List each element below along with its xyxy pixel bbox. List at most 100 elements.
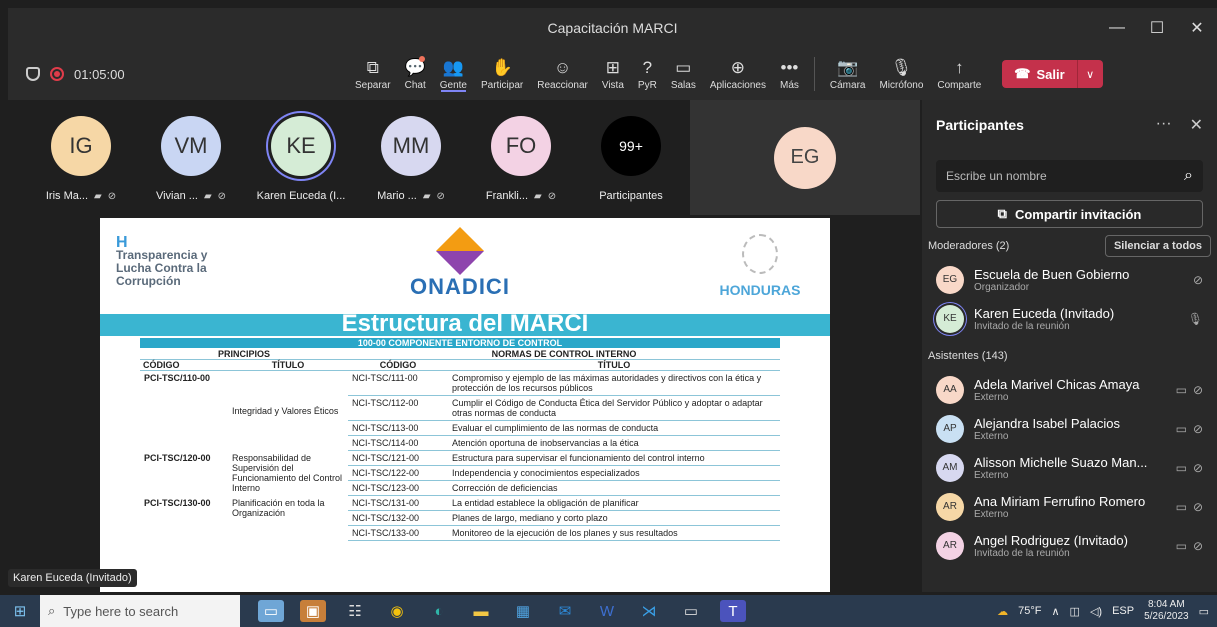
- participant-name: Karen Euceda (Invitado): [974, 305, 1115, 321]
- react-button[interactable]: ☺ Reaccionar: [530, 48, 595, 100]
- teams-icon[interactable]: T: [720, 600, 746, 622]
- share-label: Comparte: [937, 79, 982, 91]
- search-input[interactable]: [946, 169, 1146, 183]
- weather-temp[interactable]: 75°F: [1018, 605, 1041, 617]
- mic-off-icon: ⊘: [1192, 382, 1203, 397]
- people-button[interactable]: 👥 Gente: [433, 48, 474, 100]
- app-icon-briefcase[interactable]: ▣: [300, 600, 326, 622]
- participant-tile[interactable]: FO Frankli... ▰ ⊘: [466, 106, 576, 216]
- word-icon[interactable]: W: [594, 600, 620, 622]
- raise-hand-button[interactable]: ✋ Participar: [474, 48, 530, 100]
- participant-tile[interactable]: IG Iris Ma... ▰ ⊘: [26, 106, 136, 216]
- moderator-row[interactable]: EG Escuela de Buen Gobierno Organizador ⊘: [922, 260, 1217, 299]
- leave-button[interactable]: ☎ Salir: [1002, 60, 1077, 88]
- avatar: KE: [271, 116, 331, 176]
- participant-name: Alejandra Isabel Palacios: [974, 415, 1120, 431]
- participant-name: Alisson Michelle Suazo Man...: [974, 454, 1148, 470]
- share-invite-button[interactable]: ⧉ Compartir invitación: [936, 200, 1203, 228]
- attendee-row[interactable]: AM Alisson Michelle Suazo Man... Externo ▭ ⊘: [922, 448, 1217, 487]
- attendees-label: Asistentes (143): [928, 350, 1008, 362]
- mic-button[interactable]: 🎙 Micrófono: [872, 48, 930, 100]
- more-button[interactable]: ••• Más: [773, 48, 806, 100]
- more-label: Más: [779, 79, 799, 91]
- camera-off-icon: ▰: [94, 190, 102, 202]
- camera-button[interactable]: 📷 Cámara: [823, 48, 873, 100]
- featured-participant-tile[interactable]: EG: [690, 100, 920, 215]
- taskbar-search[interactable]: ⌕ Type here to search: [40, 595, 240, 627]
- avatar: VM: [161, 116, 221, 176]
- network-icon[interactable]: ◫: [1070, 605, 1080, 618]
- avatar: AR: [936, 531, 964, 560]
- participant-name: Mario ...: [377, 190, 417, 202]
- titulo-header-n: TÍTULO: [448, 359, 780, 371]
- titulo-header-p: TÍTULO: [228, 359, 348, 371]
- clock[interactable]: 8:04 AM 5/26/2023: [1144, 599, 1189, 623]
- norm-code: NCI-TSC/121-00: [348, 450, 448, 466]
- participant-tile[interactable]: KE Karen Euceda (I...: [246, 106, 356, 216]
- vscode-icon[interactable]: ⋊: [636, 600, 662, 622]
- windows-start-icon[interactable]: ⊞: [0, 602, 40, 620]
- participant-tile[interactable]: VM Vivian ... ▰ ⊘: [136, 106, 246, 216]
- notifications-icon[interactable]: ▭: [1199, 605, 1209, 618]
- moderator-row[interactable]: KE Karen Euceda (Invitado) Invitado de la …: [922, 299, 1217, 338]
- app-icon-explorer[interactable]: ▭: [258, 600, 284, 622]
- avatar: IG: [51, 116, 111, 176]
- shared-screen: H Transparencia y Lucha Contra la Corrup…: [8, 218, 920, 592]
- task-view-icon[interactable]: ☷: [342, 600, 368, 622]
- participant-role: Externo: [974, 430, 1009, 442]
- attendees-section[interactable]: Asistentes (143): [922, 342, 1217, 370]
- popout-label: Separar: [355, 79, 391, 91]
- recording-icon: [50, 67, 64, 81]
- volume-icon[interactable]: ◁): [1090, 605, 1102, 618]
- moderators-section[interactable]: Moderadores (2) Silenciar a todos: [922, 232, 1217, 260]
- close-icon[interactable]: ✕: [1190, 115, 1203, 135]
- attendee-row[interactable]: AP Alejandra Isabel Palacios Externo ▭ ⊘: [922, 409, 1217, 448]
- qa-button[interactable]: ? PyR: [631, 48, 664, 100]
- participant-tile[interactable]: 99+ Participantes: [576, 106, 686, 216]
- view-button[interactable]: ⊞ Vista: [595, 48, 631, 100]
- attendee-row[interactable]: AR Angel Rodriguez (Invitado) Invitado de …: [922, 526, 1217, 565]
- avatar: EG: [936, 265, 964, 294]
- more-icon: •••: [780, 57, 799, 77]
- folder-icon[interactable]: ▬: [468, 600, 494, 622]
- attendee-row[interactable]: AA Adela Marivel Chicas Amaya Externo ▭ ⊘: [922, 370, 1217, 409]
- popout-icon: ⧉: [366, 57, 379, 77]
- language-indicator[interactable]: ESP: [1112, 605, 1134, 617]
- camera-off-icon: ▭: [1175, 382, 1187, 397]
- weather-icon[interactable]: ☁: [997, 605, 1008, 618]
- rooms-button[interactable]: ▭ Salas: [664, 48, 703, 100]
- popout-button[interactable]: ⧉ Separar: [348, 48, 398, 100]
- mic-off-icon: ⊘: [436, 190, 445, 202]
- attendee-row[interactable]: AR Ana Miriam Ferrufino Romero Externo ▭ ⊘: [922, 487, 1217, 526]
- codigo-header-p: CÓDIGO: [140, 359, 228, 371]
- participant-search[interactable]: ⌕: [936, 160, 1203, 192]
- participant-tile[interactable]: MM Mario ... ▰ ⊘: [356, 106, 466, 216]
- window-title: Capacitación MARCI: [547, 20, 678, 36]
- tray-chevron-icon[interactable]: ∧: [1051, 605, 1059, 618]
- participant-info: Alisson Michelle Suazo Man... Externo: [974, 455, 1176, 481]
- chrome-icon[interactable]: ◉: [384, 600, 410, 622]
- mic-off-icon: ⊘: [1192, 499, 1203, 514]
- store-icon[interactable]: ▦: [510, 600, 536, 622]
- participant-role: Externo: [974, 508, 1009, 520]
- participant-name: Angel Rodriguez (Invitado): [974, 532, 1128, 548]
- edge-icon[interactable]: ◐: [426, 600, 452, 622]
- table-row: PCI-TSC/130-00 Planificación en toda la O…: [140, 495, 780, 518]
- share-button[interactable]: ↑ Comparte: [930, 48, 988, 100]
- honduras-logo: HONDURAS: [710, 234, 810, 298]
- chat-button[interactable]: 💬 Chat: [398, 48, 433, 100]
- minimize-button[interactable]: —: [1097, 8, 1137, 48]
- maximize-button[interactable]: ☐: [1137, 8, 1177, 48]
- close-button[interactable]: ✕: [1177, 8, 1217, 48]
- meeting-toolbar: 01:05:00 ⧉ Separar 💬 Chat 👥 Gente ✋ Particip…: [8, 48, 1217, 100]
- more-options-icon[interactable]: ···: [1156, 115, 1172, 135]
- search-icon[interactable]: ⌕: [1184, 167, 1193, 185]
- terminal-icon[interactable]: ▭: [678, 600, 704, 622]
- participant-name-row: Mario ... ▰ ⊘: [377, 190, 445, 202]
- norm-code: NCI-TSC/112-00: [348, 395, 448, 421]
- leave-dropdown-button[interactable]: ∨: [1076, 60, 1103, 88]
- principle-title: Responsabilidad de Supervisión del Funci…: [232, 452, 343, 493]
- mute-all-button[interactable]: Silenciar a todos: [1104, 235, 1211, 257]
- apps-button[interactable]: ⊕ Aplicaciones: [703, 48, 773, 100]
- mail-icon[interactable]: ✉: [552, 600, 578, 622]
